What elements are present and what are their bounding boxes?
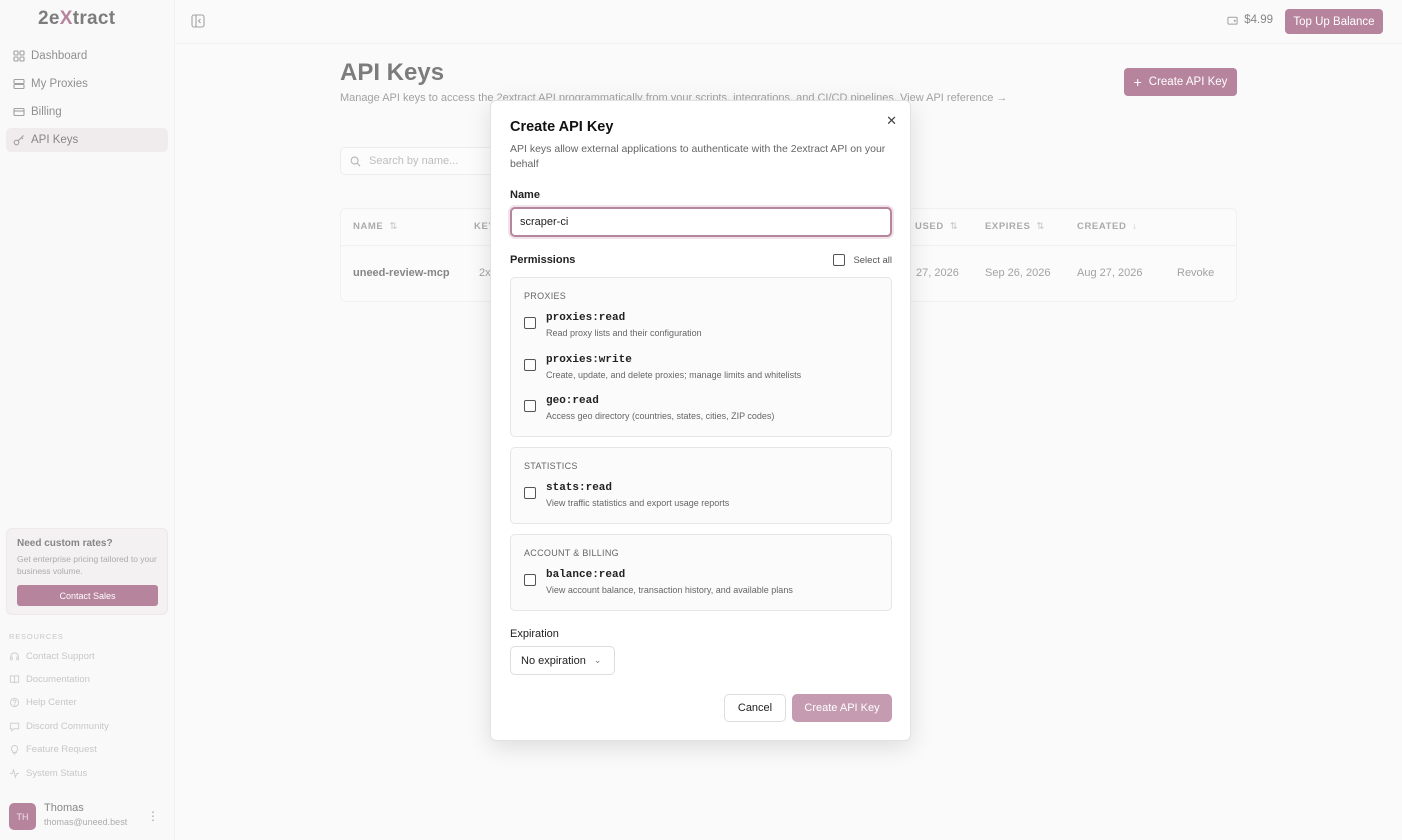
group-title: ACCOUNT & BILLING [524, 548, 619, 558]
select-all-checkbox[interactable]: Select all [833, 254, 892, 266]
permission-balance-read[interactable]: balance:read View account balance, trans… [524, 569, 874, 603]
permission-name: geo:read [546, 395, 599, 407]
chevron-down-icon: ⌄ [593, 655, 602, 665]
permission-description: Create, update, and delete proxies; mana… [546, 370, 802, 380]
permissions-label: Permissions [510, 254, 576, 266]
checkbox[interactable] [524, 400, 536, 412]
permission-description: Read proxy lists and their configuration [546, 328, 702, 338]
name-label: Name [510, 189, 540, 201]
permission-group-proxies: PROXIES proxies:read Read proxy lists an… [510, 277, 892, 437]
permission-proxies-write[interactable]: proxies:write Create, update, and delete… [524, 354, 874, 388]
checkbox[interactable] [524, 317, 536, 329]
permission-name: stats:read [546, 482, 613, 494]
create-api-key-submit-button[interactable]: Create API Key [792, 694, 892, 722]
permission-geo-read[interactable]: geo:read Access geo directory (countries… [524, 395, 874, 429]
checkbox[interactable] [524, 359, 536, 371]
close-icon[interactable]: ✕ [886, 113, 897, 129]
permission-name: proxies:write [546, 354, 632, 366]
checkbox[interactable] [524, 487, 536, 499]
permission-group-account-billing: ACCOUNT & BILLING balance:read View acco… [510, 534, 892, 611]
expiration-label: Expiration [510, 628, 559, 640]
permission-group-statistics: STATISTICS stats:read View traffic stati… [510, 447, 892, 524]
expiration-select[interactable]: No expiration ⌄ [510, 646, 615, 675]
permission-description: Access geo directory (countries, states,… [546, 411, 775, 421]
select-all-label: Select all [853, 254, 892, 266]
permission-description: View account balance, transaction histor… [546, 585, 793, 595]
dialog-title: Create API Key [510, 119, 614, 135]
permission-stats-read[interactable]: stats:read View traffic statistics and e… [524, 482, 874, 516]
dialog-description: API keys allow external applications to … [510, 143, 886, 170]
name-input[interactable] [510, 207, 892, 237]
create-api-key-dialog: ✕ Create API Key API keys allow external… [490, 100, 911, 741]
checkbox[interactable] [524, 574, 536, 586]
expiration-value: No expiration [521, 654, 586, 667]
permission-name: balance:read [546, 569, 626, 581]
checkbox[interactable] [833, 254, 846, 266]
permission-name: proxies:read [546, 312, 626, 324]
permission-description: View traffic statistics and export usage… [546, 498, 730, 508]
group-title: STATISTICS [524, 461, 578, 471]
cancel-button[interactable]: Cancel [724, 694, 786, 722]
permission-proxies-read[interactable]: proxies:read Read proxy lists and their … [524, 312, 874, 346]
group-title: PROXIES [524, 291, 567, 301]
